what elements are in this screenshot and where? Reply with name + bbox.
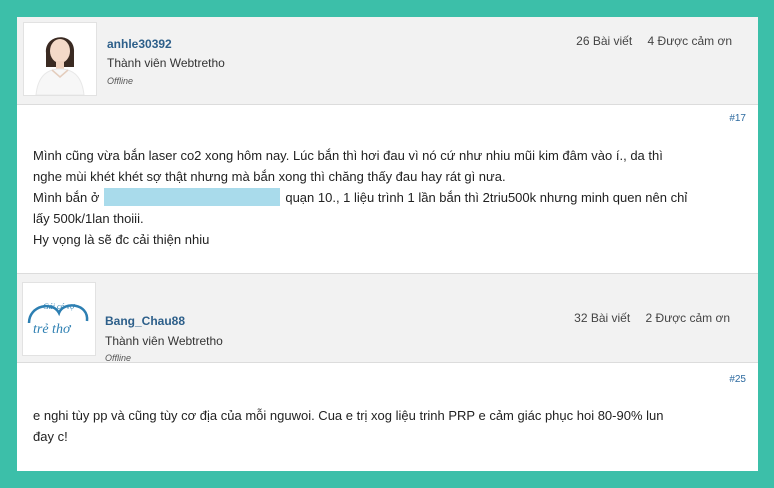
post-count: 26 Bài viết [576,34,633,48]
post-author-bar: anhle30392 Thành viên Webtretho Offline … [17,17,758,104]
user-rank: Thành viên Webtretho [105,334,223,348]
username-link[interactable]: anhle30392 [107,37,172,51]
divider [17,362,758,363]
post-line: Mình cũng vừa bắn laser co2 xong hôm nay… [33,148,663,163]
thanks-count: 2 Được cảm ơn [645,311,730,325]
forum-thread: anhle30392 Thành viên Webtretho Offline … [17,17,758,471]
post-line: lấy 500k/1lan thoiii. [33,211,144,226]
post-number-link[interactable]: #17 [729,113,746,124]
post-content: Mình cũng vừa bắn laser co2 xong hôm nay… [33,145,687,250]
thanks-count: 4 Được cảm ơn [647,34,732,48]
online-status: Offline [107,76,134,86]
user-stats: 32 Bài viết 2 Được cảm ơn [562,311,730,325]
user-avatar[interactable]: Gái có vợ trẻ thơ [22,282,96,356]
post-line: Mình bắn ở quạn 10., 1 liệu trình 1 lần b… [33,188,688,206]
svg-text:Gái có vợ: Gái có vợ [43,302,75,311]
post-content: e nghi tùy pp và cũng tùy cơ địa của mỗi… [33,405,663,447]
post-count: 32 Bài viết [574,311,631,325]
woman-portrait-icon [24,23,96,95]
brand-logo-icon: Gái có vợ trẻ thơ [23,283,95,355]
post-line: Hy vọng là sẽ đc cải thiện nhiu [33,232,210,247]
user-avatar[interactable] [23,22,97,96]
username-link[interactable]: Bang_Chau88 [105,314,185,328]
divider [17,104,758,105]
svg-text:trẻ thơ: trẻ thơ [33,322,72,337]
post-number-link[interactable]: #25 [729,374,746,385]
post-author-bar: Gái có vợ trẻ thơ Bang_Chau88 Thành viên… [17,274,758,363]
redacted-block [104,188,281,206]
post-line: e nghi tùy pp và cũng tùy cơ địa của mỗi… [33,408,664,423]
post-line: nghe mùi khét khét sợ thật nhưng mà bắn … [33,169,506,184]
user-stats: 26 Bài viết 4 Được cảm ơn [564,34,732,48]
post-line: đay c! [33,429,68,444]
user-rank: Thành viên Webtretho [107,56,225,70]
